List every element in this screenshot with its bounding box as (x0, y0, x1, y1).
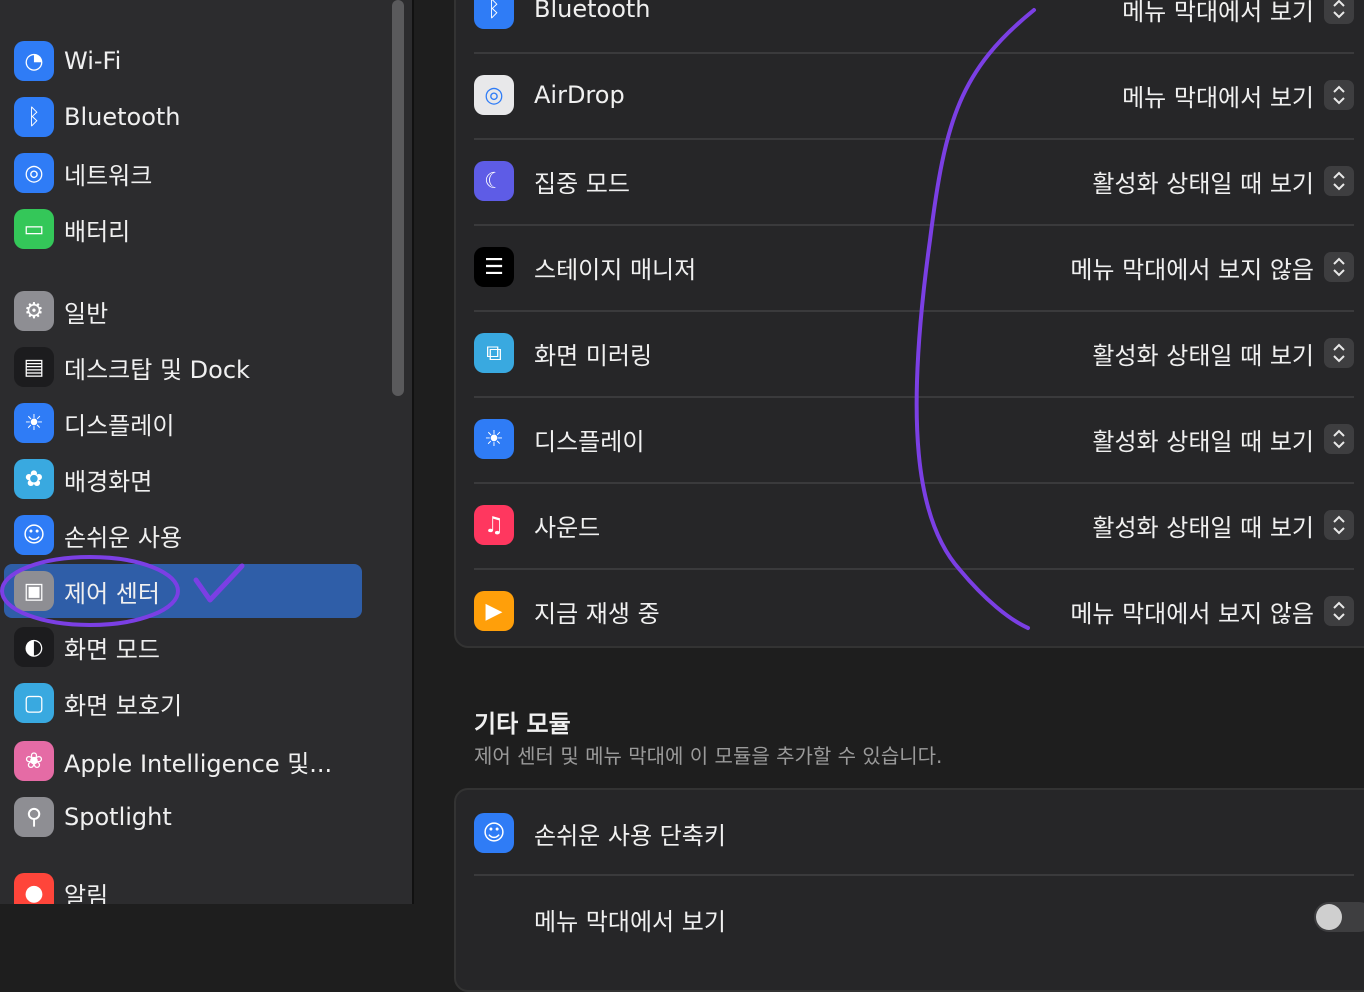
module-label: 화면 미러링 (534, 341, 653, 370)
visibility-stepper[interactable] (1324, 596, 1354, 626)
sidebar-item-label: Spotlight (64, 803, 172, 831)
other-module-label: 손쉬운 사용 단축키 (534, 821, 726, 850)
globe-icon: ◎ (14, 153, 54, 193)
sidebar-item-8[interactable]: ☺ 손쉬운 사용 (4, 508, 362, 562)
gear-icon: ⚙ (14, 291, 54, 331)
module-visibility-value[interactable]: 메뉴 막대에서 보기 (1122, 0, 1314, 27)
accessibility-icon: ☺ (474, 813, 514, 853)
sidebar-item-6[interactable]: ☀ 디스플레이 (4, 396, 362, 450)
show-in-menu-bar-toggle[interactable] (1314, 902, 1364, 932)
sun-icon: ☀ (14, 403, 54, 443)
visibility-stepper[interactable] (1324, 0, 1354, 24)
magnifier-icon: ⚲ (14, 797, 54, 837)
sidebar-item-3[interactable]: ▭ 배터리 (4, 202, 362, 256)
module-row: ♫ 사운드 활성화 상태일 때 보기 (474, 482, 1354, 568)
sidebar-item-14[interactable]: ● 알림 (4, 866, 362, 904)
airdrop-icon: ◎ (474, 75, 514, 115)
flower-icon: ✿ (14, 459, 54, 499)
module-row: ◎ AirDrop 메뉴 막대에서 보기 (474, 52, 1354, 138)
sidebar-item-label: Bluetooth (64, 103, 181, 131)
module-visibility-value[interactable]: 메뉴 막대에서 보지 않음 (1070, 250, 1314, 285)
other-module-row: 메뉴 막대에서 보기 (474, 876, 1364, 962)
sidebar-item-2[interactable]: ◎ 네트워크 (4, 146, 362, 200)
sidebar: ◔ Wi-Fi ᛒ Bluetooth ◎ 네트워크 ▭ 배터리 ⚙ 일반 ▤ 데스크탑 및 Dock… (0, 0, 414, 904)
other-module-label: 메뉴 막대에서 보기 (534, 907, 726, 936)
sidebar-item-label: 알림 (64, 881, 109, 905)
module-label: 사운드 (534, 513, 601, 542)
sidebar-item-label: 배터리 (64, 217, 131, 246)
notification-icon: ● (14, 873, 54, 904)
sidebar-item-11[interactable]: ▢ 화면 보호기 (4, 676, 362, 730)
module-label: 지금 재생 중 (534, 599, 660, 628)
sidebar-item-label: 네트워크 (64, 161, 153, 190)
module-row: ▶ 지금 재생 중 메뉴 막대에서 보지 않음 (474, 568, 1354, 654)
sidebar-item-label: 화면 모드 (64, 635, 160, 664)
control-center-icon: ▣ (14, 571, 54, 611)
sidebar-item-label: 데스크탑 및 Dock (64, 355, 250, 384)
sidebar-item-7[interactable]: ✿ 배경화면 (4, 452, 362, 506)
screen-mirroring-icon: ⧉ (474, 333, 514, 373)
sun-icon: ☀ (474, 419, 514, 459)
module-visibility-value[interactable]: 활성화 상태일 때 보기 (1092, 164, 1314, 199)
module-row: ☾ 집중 모드 활성화 상태일 때 보기 (474, 138, 1354, 224)
sidebar-item-label: 일반 (64, 299, 109, 328)
module-row: ᛒ Bluetooth 메뉴 막대에서 보기 (474, 0, 1354, 52)
sidebar-item-label: 배경화면 (64, 467, 153, 496)
section-title: 기타 모듈 (474, 710, 571, 738)
apple-intelligence-icon: ❀ (14, 741, 54, 781)
module-visibility-value[interactable]: 활성화 상태일 때 보기 (1092, 508, 1314, 543)
visibility-stepper[interactable] (1324, 252, 1354, 282)
module-label: 스테이지 매니저 (534, 255, 697, 284)
sidebar-item-1[interactable]: ᛒ Bluetooth (4, 90, 362, 144)
sidebar-item-13[interactable]: ⚲ Spotlight (4, 790, 362, 844)
sidebar-item-10[interactable]: ◐ 화면 모드 (4, 620, 362, 674)
visibility-stepper[interactable] (1324, 424, 1354, 454)
other-module-row: ☺ 손쉬운 사용 단축키 (474, 790, 1354, 876)
module-label: 집중 모드 (534, 169, 630, 198)
module-row: ⧉ 화면 미러링 활성화 상태일 때 보기 (474, 310, 1354, 396)
module-visibility-value[interactable]: 활성화 상태일 때 보기 (1092, 336, 1314, 371)
sidebar-item-9[interactable]: ▣ 제어 센터 (4, 564, 362, 618)
moon-icon: ☾ (474, 161, 514, 201)
module-row: ☀ 디스플레이 활성화 상태일 때 보기 (474, 396, 1354, 482)
sidebar-item-5[interactable]: ▤ 데스크탑 및 Dock (4, 340, 362, 394)
bluetooth-icon: ᛒ (474, 0, 514, 29)
visibility-stepper[interactable] (1324, 338, 1354, 368)
module-label: AirDrop (534, 81, 625, 109)
module-visibility-value[interactable]: 메뉴 막대에서 보기 (1122, 78, 1314, 113)
visibility-stepper[interactable] (1324, 80, 1354, 110)
speaker-icon: ♫ (474, 505, 514, 545)
dock-icon: ▤ (14, 347, 54, 387)
sidebar-item-0[interactable]: ◔ Wi-Fi (4, 34, 362, 88)
visibility-stepper[interactable] (1324, 510, 1354, 540)
section-subtitle: 제어 센터 및 메뉴 막대에 이 모듈을 추가할 수 있습니다. (474, 744, 943, 768)
bluetooth-icon: ᛒ (14, 97, 54, 137)
sidebar-item-label: 디스플레이 (64, 411, 175, 440)
module-row: ☰ 스테이지 매니저 메뉴 막대에서 보지 않음 (474, 224, 1354, 310)
appearance-icon: ◐ (14, 627, 54, 667)
play-icon: ▶ (474, 591, 514, 631)
stage-manager-icon: ☰ (474, 247, 514, 287)
module-label: Bluetooth (534, 0, 651, 23)
accessibility-icon: ☺ (14, 515, 54, 555)
module-visibility-value[interactable]: 활성화 상태일 때 보기 (1092, 422, 1314, 457)
module-label: 디스플레이 (534, 427, 645, 456)
sidebar-item-label: Apple Intelligence 및... (64, 749, 333, 778)
toggle-knob (1316, 904, 1342, 930)
module-visibility-value[interactable]: 메뉴 막대에서 보지 않음 (1070, 594, 1314, 629)
sidebar-scroll-thumb[interactable] (392, 0, 404, 396)
sidebar-item-12[interactable]: ❀ Apple Intelligence 및... (4, 734, 362, 788)
modules-panel: ᛒ Bluetooth 메뉴 막대에서 보기 ◎ AirDrop 메뉴 막대에서 보기 ☾ 집… (454, 0, 1364, 648)
visibility-stepper[interactable] (1324, 166, 1354, 196)
sidebar-item-label: Wi-Fi (64, 47, 122, 75)
sidebar-item-label: 화면 보호기 (64, 691, 183, 720)
sidebar-item-label: 제어 센터 (64, 579, 160, 608)
sidebar-item-4[interactable]: ⚙ 일반 (4, 284, 362, 338)
battery-icon: ▭ (14, 209, 54, 249)
other-modules-panel: ☺ 손쉬운 사용 단축키메뉴 막대에서 보기 (454, 788, 1364, 992)
sidebar-item-label: 손쉬운 사용 (64, 523, 183, 552)
main-content: ᛒ Bluetooth 메뉴 막대에서 보기 ◎ AirDrop 메뉴 막대에서 보기 ☾ 집… (414, 0, 1364, 992)
wifi-icon: ◔ (14, 41, 54, 81)
screensaver-icon: ▢ (14, 683, 54, 723)
